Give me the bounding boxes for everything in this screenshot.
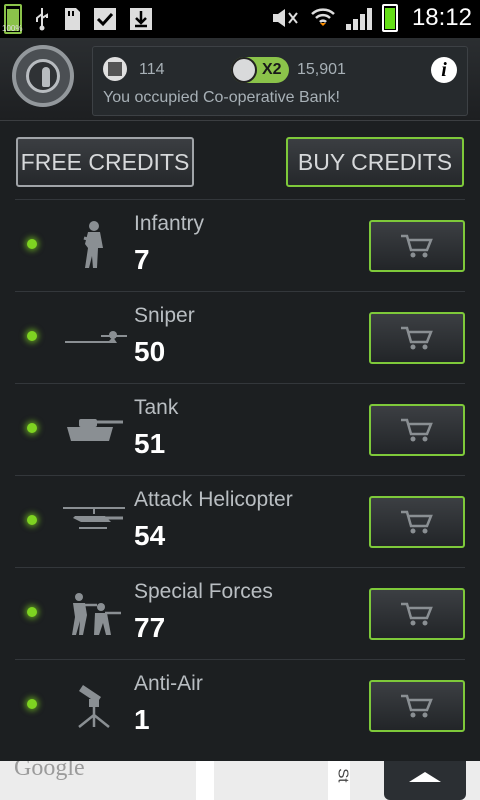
clock: 18:12 [411, 4, 472, 31]
status-led [27, 239, 37, 249]
unit-row-anti-air: Anti-Air 1 [15, 659, 465, 751]
territory-count: 114 [139, 61, 165, 78]
cart-icon [401, 694, 433, 718]
coin-icon [231, 57, 257, 83]
download-icon [130, 8, 152, 30]
helicopter-icon [59, 496, 129, 546]
unit-row-attack-helicopter: Attack Helicopter 54 [15, 475, 465, 567]
notification-icons [4, 4, 154, 34]
unit-row-tank: Tank 51 [15, 383, 465, 475]
buy-tank-button[interactable] [369, 404, 465, 456]
info-button[interactable]: i [431, 57, 457, 83]
multiplier-badge: X2 [231, 57, 289, 83]
buy-sniper-button[interactable] [369, 312, 465, 364]
anti-air-icon [59, 680, 129, 730]
infantry-icon [59, 220, 129, 270]
unit-count: 1 [134, 704, 150, 735]
wifi-icon [311, 8, 335, 26]
signal-strength-icon [345, 6, 372, 30]
download-done-icon [94, 8, 116, 30]
cart-icon [401, 418, 433, 442]
buy-infantry-button[interactable] [369, 220, 465, 272]
tank-icon [59, 404, 129, 454]
map-road [196, 761, 214, 800]
collapse-panel-button[interactable] [384, 761, 466, 800]
unit-row-sniper: Sniper 50 [15, 291, 465, 383]
cart-icon [401, 326, 433, 350]
status-led [27, 423, 37, 433]
territory-icon [103, 57, 127, 81]
buy-special-forces-button[interactable] [369, 588, 465, 640]
cart-icon [401, 234, 433, 258]
status-bar: 100% 18:12 [0, 0, 480, 38]
buy-attack-helicopter-button[interactable] [369, 496, 465, 548]
special-forces-icon [59, 588, 129, 638]
unit-count: 7 [134, 244, 150, 275]
cart-icon [401, 510, 433, 534]
cart-icon [401, 602, 433, 626]
google-attribution: Google [14, 761, 85, 781]
player-info-panel: 114 X2 15,901 i You occupied Co-operativ… [92, 46, 468, 116]
shop-content: FREE CREDITS BUY CREDITS Infantry 7 Snip… [0, 121, 480, 761]
usb-icon [36, 8, 48, 31]
status-led [27, 515, 37, 525]
unit-row-special-forces: Special Forces 77 [15, 567, 465, 659]
unit-name: Infantry [134, 212, 205, 235]
sniper-icon [59, 312, 129, 362]
status-led [27, 607, 37, 617]
unit-list: Infantry 7 Sniper 50 Tank 51 Attack Heli… [15, 199, 465, 751]
system-icons: 18:12 [270, 4, 472, 32]
unit-name: Tank [134, 396, 179, 419]
unit-name: Attack Helicopter [134, 488, 293, 511]
unit-count: 51 [134, 428, 166, 459]
status-message: You occupied Co-operative Bank! [103, 89, 340, 106]
app-logo[interactable] [12, 45, 74, 107]
bomb-icon [26, 59, 60, 93]
street-label: St [334, 768, 352, 783]
free-credits-button[interactable]: FREE CREDITS [16, 137, 194, 187]
sd-card-icon [65, 8, 80, 30]
buy-anti-air-button[interactable] [369, 680, 465, 732]
coin-balance: 15,901 [297, 61, 346, 78]
unit-row-infantry: Infantry 7 [15, 199, 465, 291]
unit-count: 50 [134, 336, 166, 367]
unit-name: Anti-Air [134, 672, 203, 695]
game-header: 114 X2 15,901 i You occupied Co-operativ… [0, 38, 480, 121]
battery-icon [381, 4, 398, 32]
unit-count: 77 [134, 612, 166, 643]
unit-name: Sniper [134, 304, 195, 327]
buy-credits-button[interactable]: BUY CREDITS [286, 137, 464, 187]
battery-percentage: 100% [2, 24, 23, 33]
unit-count: 54 [134, 520, 166, 551]
multiplier-label: X2 [262, 61, 282, 78]
mute-icon [272, 9, 298, 27]
status-led [27, 331, 37, 341]
unit-name: Special Forces [134, 580, 273, 603]
status-led [27, 699, 37, 709]
